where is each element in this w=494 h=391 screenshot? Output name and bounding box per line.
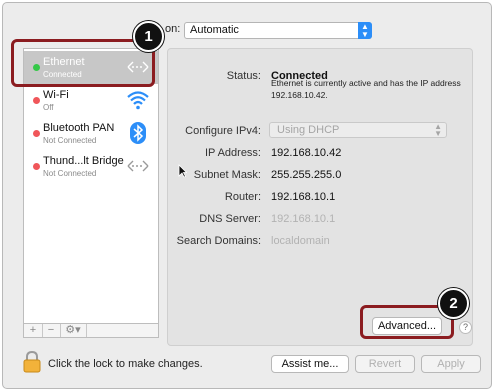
- service-name: Thund...lt Bridge: [43, 155, 124, 167]
- service-name: Wi-Fi: [43, 89, 69, 101]
- dns-server-value: 192.168.10.1: [271, 213, 336, 225]
- search-domains-label: Search Domains:: [176, 235, 261, 247]
- chevron-up-down-icon: ▲ ▼: [358, 22, 372, 39]
- revert-button[interactable]: Revert: [355, 355, 415, 373]
- configure-ipv4-select[interactable]: Using DHCP ▲ ▼: [269, 122, 447, 138]
- status-dot-icon: [33, 163, 40, 170]
- subnet-mask-label: Subnet Mask:: [193, 169, 261, 181]
- status-dot-icon: [33, 97, 40, 104]
- location-value: Automatic: [190, 24, 239, 36]
- service-status: Not Connected: [43, 169, 97, 178]
- lock-message: Click the lock to make changes.: [48, 358, 203, 370]
- gear-menu-button[interactable]: ⚙▾: [60, 324, 87, 337]
- router-label: Router:: [224, 191, 261, 203]
- configure-ipv4-label: Configure IPv4:: [185, 125, 261, 137]
- service-status: Not Connected: [43, 136, 97, 145]
- mouse-pointer-icon: [178, 164, 187, 178]
- chevron-up-down-icon: ▲ ▼: [434, 122, 442, 138]
- search-domains-value: localdomain: [271, 235, 330, 247]
- remove-service-button[interactable]: −: [42, 324, 61, 337]
- bridge-arrows-icon: [127, 160, 149, 172]
- services-list-toolbar: + − ⚙▾: [23, 323, 159, 338]
- step-badge-2: 2: [438, 288, 469, 319]
- status-label: Status:: [226, 70, 261, 82]
- location-select[interactable]: Automatic ▲ ▼: [184, 22, 372, 39]
- network-services-list: Ethernet Connected Wi-Fi Off Bluetooth P…: [23, 48, 159, 338]
- service-item-bluetooth-pan[interactable]: Bluetooth PAN Not Connected: [24, 117, 158, 150]
- service-name: Bluetooth PAN: [43, 122, 115, 134]
- status-description: Ethernet is currently active and has the…: [271, 78, 461, 100]
- subnet-mask-value: 255.255.255.0: [271, 169, 342, 181]
- ip-address-label: IP Address:: [204, 147, 261, 159]
- router-value: 192.168.10.1: [271, 191, 336, 203]
- add-service-button[interactable]: +: [24, 324, 43, 337]
- ip-address-value: 192.168.10.42: [271, 147, 342, 159]
- lock-icon[interactable]: [23, 351, 41, 373]
- location-label: on:: [165, 23, 181, 35]
- dns-server-label: DNS Server:: [199, 213, 261, 225]
- service-status: Off: [43, 103, 54, 112]
- apply-button[interactable]: Apply: [421, 355, 481, 373]
- assist-me-button[interactable]: Assist me...: [271, 355, 349, 373]
- configure-ipv4-value: Using DHCP: [277, 124, 340, 136]
- wifi-icon: [127, 91, 149, 110]
- status-dot-icon: [33, 130, 40, 137]
- step-badge-1: 1: [133, 21, 164, 52]
- bluetooth-icon: [130, 122, 146, 144]
- callout-box-ethernet: [11, 39, 155, 87]
- help-button[interactable]: ?: [459, 321, 472, 334]
- service-item-wifi[interactable]: Wi-Fi Off: [24, 84, 158, 117]
- service-item-thunderbolt-bridge[interactable]: Thund...lt Bridge Not Connected: [24, 150, 158, 183]
